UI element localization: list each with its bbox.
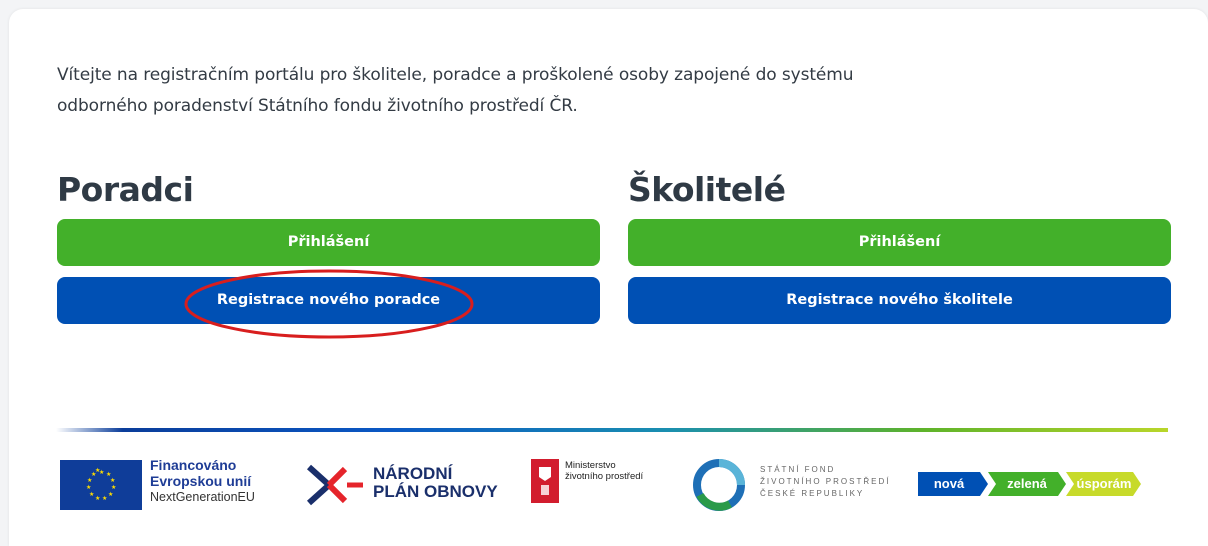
nzu-nova: nová [933,476,965,491]
poradci-register-button[interactable]: Registrace nového poradce [57,277,600,324]
svg-text:★: ★ [108,491,113,498]
sfzp-line-3: ČESKÉ REPUBLIKY [760,489,865,498]
svg-text:★: ★ [111,484,116,491]
mzp-emblem-icon [531,459,559,503]
footer-divider [56,428,1168,432]
svg-text:★: ★ [89,491,94,498]
svg-text:★: ★ [86,484,91,491]
npo-line-1: NÁRODNÍ [373,464,453,483]
mzp-text: Ministerstvo životního prostředí [565,460,643,482]
intro-line-1: Vítejte na registračním portálu pro škol… [57,65,854,85]
svg-text:★: ★ [87,477,92,484]
skolitele-register-button[interactable]: Registrace nového školitele [628,277,1171,324]
eu-line-1: Financováno [150,457,237,473]
poradci-section: Poradci Přihlášení Registrace nového por… [57,168,600,324]
sfzp-line-1: STÁTNÍ FOND [760,465,836,474]
svg-text:★: ★ [95,467,100,474]
mzp-line-2: životního prostředí [565,471,644,482]
nzu-usporam: úsporám [1076,476,1132,491]
skolitele-login-button[interactable]: Přihlášení [628,219,1171,266]
nzu-zelena: zelená [1007,476,1047,491]
skolitele-heading: Školitelé [628,170,786,209]
sfzp-line-2: ŽIVOTNÍHO PROSTŘEDÍ [760,477,891,486]
eu-line-3: NextGenerationEU [150,490,255,504]
sfzp-text: STÁTNÍ FOND ŽIVOTNÍHO PROSTŘEDÍ ČESKÉ RE… [760,464,890,500]
skolitele-section: Školitelé Přihlášení Registrace nového š… [628,168,1171,324]
svg-text:★: ★ [95,495,100,502]
mzp-line-1: Ministerstvo [565,460,616,471]
poradci-heading: Poradci [57,170,194,209]
poradci-login-button[interactable]: Přihlášení [57,219,600,266]
npo-arrows-icon [306,464,363,506]
npo-text: NÁRODNÍ PLÁN OBNOVY [373,465,498,501]
footer-logos: ★ ★ ★ ★ ★ ★ ★ ★ ★ ★ ★ ★ Financováno Evropskou un… [0,455,1208,515]
intro-text: Vítejte na registračním portálu pro škol… [57,60,957,122]
svg-text:★: ★ [102,495,107,502]
eu-flag-icon: ★ ★ ★ ★ ★ ★ ★ ★ ★ ★ ★ ★ [60,460,142,510]
eu-line-2: Evropskou unií [150,473,252,489]
svg-text:★: ★ [110,477,115,484]
sfzp-ring-icon [693,459,745,511]
eu-funding-text: Financováno Evropskou unií NextGeneratio… [150,457,255,505]
intro-line-2: odborného poradenství Státního fondu živ… [57,96,578,116]
npo-line-2: PLÁN OBNOVY [373,482,498,501]
